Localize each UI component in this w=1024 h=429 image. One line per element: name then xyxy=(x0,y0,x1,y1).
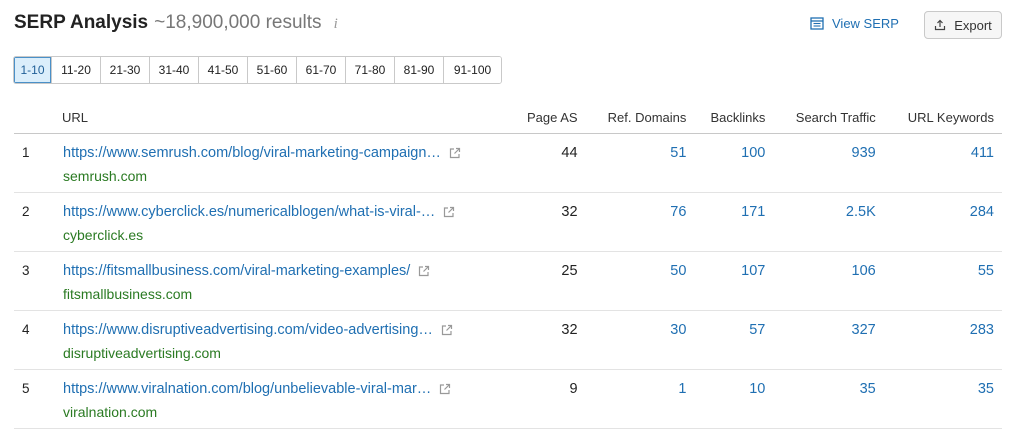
page-button-81-90[interactable]: 81-90 xyxy=(394,57,443,83)
view-serp-link[interactable]: View SERP xyxy=(810,16,899,31)
url-keywords-value[interactable]: 35 xyxy=(883,369,1002,429)
backlinks-value[interactable]: 10 xyxy=(694,369,774,429)
result-url-link[interactable]: https://www.semrush.com/blog/viral-marke… xyxy=(63,145,441,161)
page-button-71-80[interactable]: 71-80 xyxy=(345,57,394,83)
page-as-value: 44 xyxy=(512,133,586,193)
table-row: 5 https://www.viralnation.com/blog/unbel… xyxy=(14,369,1002,429)
search-traffic-value[interactable]: 35 xyxy=(773,369,884,429)
page-as-value: 32 xyxy=(512,310,586,370)
page-button-1-10[interactable]: 1-10 xyxy=(14,57,51,83)
url-cell: https://www.viralnation.com/blog/unbelie… xyxy=(62,369,512,429)
page-button-51-60[interactable]: 51-60 xyxy=(247,57,296,83)
page-button-91-100[interactable]: 91-100 xyxy=(443,57,501,83)
table-row: 2 https://www.cyberclick.es/numericalblo… xyxy=(14,192,1002,252)
search-traffic-value[interactable]: 106 xyxy=(773,251,884,311)
page-as-column-header[interactable]: Page AS xyxy=(512,101,586,134)
ref-domains-value[interactable]: 76 xyxy=(585,192,695,252)
row-index: 5 xyxy=(14,369,62,429)
url-cell: https://www.disruptiveadvertising.com/vi… xyxy=(62,310,512,370)
backlinks-value[interactable]: 171 xyxy=(694,192,774,252)
external-link-icon[interactable] xyxy=(443,206,455,218)
table-header-row: URL Page AS Ref. Domains Backlinks Searc… xyxy=(14,101,1002,134)
url-keywords-value[interactable]: 411 xyxy=(883,133,1002,193)
page-as-value: 9 xyxy=(512,369,586,429)
ref-domains-value[interactable]: 1 xyxy=(585,369,695,429)
backlinks-value[interactable]: 100 xyxy=(694,133,774,193)
export-label: Export xyxy=(954,17,992,33)
serp-list-icon xyxy=(810,17,824,30)
ref-domains-value[interactable]: 30 xyxy=(585,310,695,370)
page-as-value: 32 xyxy=(512,192,586,252)
backlinks-value[interactable]: 107 xyxy=(694,251,774,311)
index-column-header xyxy=(14,101,62,134)
result-domain: disruptiveadvertising.com xyxy=(63,345,221,361)
result-domain: viralnation.com xyxy=(63,404,158,420)
row-index: 1 xyxy=(14,133,62,193)
search-traffic-value[interactable]: 327 xyxy=(773,310,884,370)
row-index: 2 xyxy=(14,192,62,252)
page-button-11-20[interactable]: 11-20 xyxy=(51,57,100,83)
url-cell: https://fitsmallbusiness.com/viral-marke… xyxy=(62,251,512,311)
url-cell: https://www.cyberclick.es/numericalbloge… xyxy=(62,192,512,252)
view-serp-label: View SERP xyxy=(832,16,899,31)
ref-domains-value[interactable]: 51 xyxy=(585,133,695,193)
ref-domains-column-header[interactable]: Ref. Domains xyxy=(585,101,695,134)
result-url-link[interactable]: https://www.disruptiveadvertising.com/vi… xyxy=(63,322,433,338)
url-keywords-value[interactable]: 283 xyxy=(883,310,1002,370)
external-link-icon[interactable] xyxy=(441,324,453,336)
result-domain: fitsmallbusiness.com xyxy=(63,286,193,302)
page-button-31-40[interactable]: 31-40 xyxy=(149,57,198,83)
info-icon[interactable]: i xyxy=(334,16,338,33)
url-keywords-value[interactable]: 55 xyxy=(883,251,1002,311)
header: SERP Analysis ~18,900,000 results i xyxy=(14,12,338,40)
page-title: SERP Analysis xyxy=(14,12,149,33)
table-row: 4 https://www.disruptiveadvertising.com/… xyxy=(14,310,1002,370)
ref-domains-value[interactable]: 50 xyxy=(585,251,695,311)
search-traffic-value[interactable]: 2.5K xyxy=(773,192,884,252)
search-traffic-value[interactable]: 939 xyxy=(773,133,884,193)
results-count: ~18,900,000 results xyxy=(154,12,322,33)
export-button[interactable]: Export xyxy=(924,11,1002,39)
external-link-icon[interactable] xyxy=(439,383,451,395)
backlinks-value[interactable]: 57 xyxy=(694,310,774,370)
table-row: 1 https://www.semrush.com/blog/viral-mar… xyxy=(14,133,1002,193)
results-pagination: 1-10 11-20 21-30 31-40 41-50 51-60 61-70… xyxy=(13,56,502,84)
result-url-link[interactable]: https://www.viralnation.com/blog/unbelie… xyxy=(63,381,431,397)
result-url-link[interactable]: https://fitsmallbusiness.com/viral-marke… xyxy=(63,263,410,279)
result-domain: semrush.com xyxy=(63,168,148,184)
url-column-header[interactable]: URL xyxy=(62,101,512,134)
url-cell: https://www.semrush.com/blog/viral-marke… xyxy=(62,133,512,193)
row-index: 3 xyxy=(14,251,62,311)
result-url-link[interactable]: https://www.cyberclick.es/numericalbloge… xyxy=(63,204,435,220)
row-index: 4 xyxy=(14,310,62,370)
url-keywords-column-header[interactable]: URL Keywords xyxy=(883,101,1002,134)
page-button-21-30[interactable]: 21-30 xyxy=(100,57,149,83)
page-as-value: 25 xyxy=(512,251,586,311)
external-link-icon[interactable] xyxy=(418,265,430,277)
url-keywords-value[interactable]: 284 xyxy=(883,192,1002,252)
backlinks-column-header[interactable]: Backlinks xyxy=(694,101,774,134)
page-button-41-50[interactable]: 41-50 xyxy=(198,57,247,83)
result-domain: cyberclick.es xyxy=(63,227,144,243)
external-link-icon[interactable] xyxy=(449,147,461,159)
page-button-61-70[interactable]: 61-70 xyxy=(296,57,345,83)
upload-icon xyxy=(935,19,946,31)
serp-results-table: URL Page AS Ref. Domains Backlinks Searc… xyxy=(14,101,1002,429)
table-row: 3 https://fitsmallbusiness.com/viral-mar… xyxy=(14,251,1002,311)
search-traffic-column-header[interactable]: Search Traffic xyxy=(773,101,884,134)
